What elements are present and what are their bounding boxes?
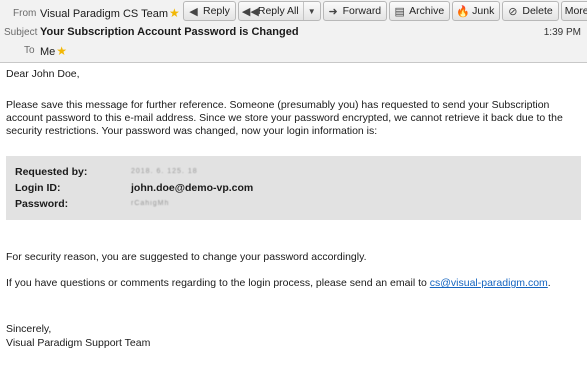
reply-all-label: Reply All [257, 5, 299, 17]
more-label: More [564, 5, 587, 17]
to-field[interactable]: Me★ [40, 44, 67, 58]
reply-all-icon: ◀◀ [241, 5, 259, 18]
star-icon[interactable]: ★ [56, 44, 67, 58]
forward-label: Forward [342, 5, 382, 17]
subject-label: Subject [4, 27, 38, 38]
to-label: To [24, 45, 35, 56]
from-label: From [13, 8, 37, 19]
forward-icon: ➜ [328, 5, 338, 18]
requested-by-label: Requested by: [15, 166, 88, 178]
password-value: rCahigMh [131, 200, 170, 207]
password-label: Password: [15, 198, 69, 210]
intro-paragraph: Please save this message for further ref… [6, 99, 563, 137]
message-time: 1:39 PM [543, 27, 581, 38]
archive-button[interactable]: ▤ Archive [389, 1, 451, 21]
questions-text: If you have questions or comments regard… [6, 277, 430, 289]
closing: Sincerely, [6, 323, 52, 335]
archive-icon: ▤ [394, 5, 405, 18]
junk-label: Junk [472, 5, 495, 17]
login-id-label: Login ID: [15, 182, 61, 194]
greeting: Dear John Doe, [6, 68, 80, 80]
chevron-down-icon[interactable]: ▼ [302, 2, 320, 20]
login-id-value: john.doe@demo-vp.com [131, 182, 254, 194]
star-icon[interactable]: ★ [169, 6, 180, 20]
reply-label: Reply [203, 5, 230, 17]
security-note: For security reason, you are suggested t… [6, 251, 367, 263]
recipient-name[interactable]: Me [40, 46, 55, 58]
from-field[interactable]: Visual Paradigm CS Team★ [40, 6, 180, 20]
junk-button[interactable]: 🔥 Junk [452, 1, 501, 21]
reply-all-button[interactable]: ◀◀ Reply All ▼ [237, 1, 321, 21]
signature: Visual Paradigm Support Team [6, 337, 151, 349]
questions-paragraph: If you have questions or comments regard… [6, 277, 551, 290]
forward-button[interactable]: ➜ Forward [322, 1, 388, 21]
message-toolbar: ◀ Reply ◀◀ Reply All ▼ ➜ Forward ▤ Archi… [183, 1, 587, 22]
message-header: From Visual Paradigm CS Team★ Subject Yo… [0, 0, 587, 63]
delete-label: Delete [522, 5, 553, 17]
more-button[interactable]: More ▼ [560, 1, 587, 21]
delete-button[interactable]: ⊘ Delete [502, 1, 559, 21]
junk-icon: 🔥 [456, 5, 470, 18]
subject-text: Your Subscription Account Password is Ch… [40, 26, 299, 38]
reply-button[interactable]: ◀ Reply [183, 1, 236, 21]
login-info-box: Requested by: 2018. 6. 125. 18 Login ID:… [6, 156, 581, 220]
sender-name[interactable]: Visual Paradigm CS Team [40, 8, 168, 20]
questions-suffix: . [547, 277, 551, 289]
delete-icon: ⊘ [508, 5, 518, 18]
support-email-link[interactable]: cs@visual-paradigm.com [430, 277, 548, 289]
reply-icon: ◀ [189, 5, 198, 18]
requested-by-value: 2018. 6. 125. 18 [131, 168, 198, 175]
archive-label: Archive [409, 5, 445, 17]
